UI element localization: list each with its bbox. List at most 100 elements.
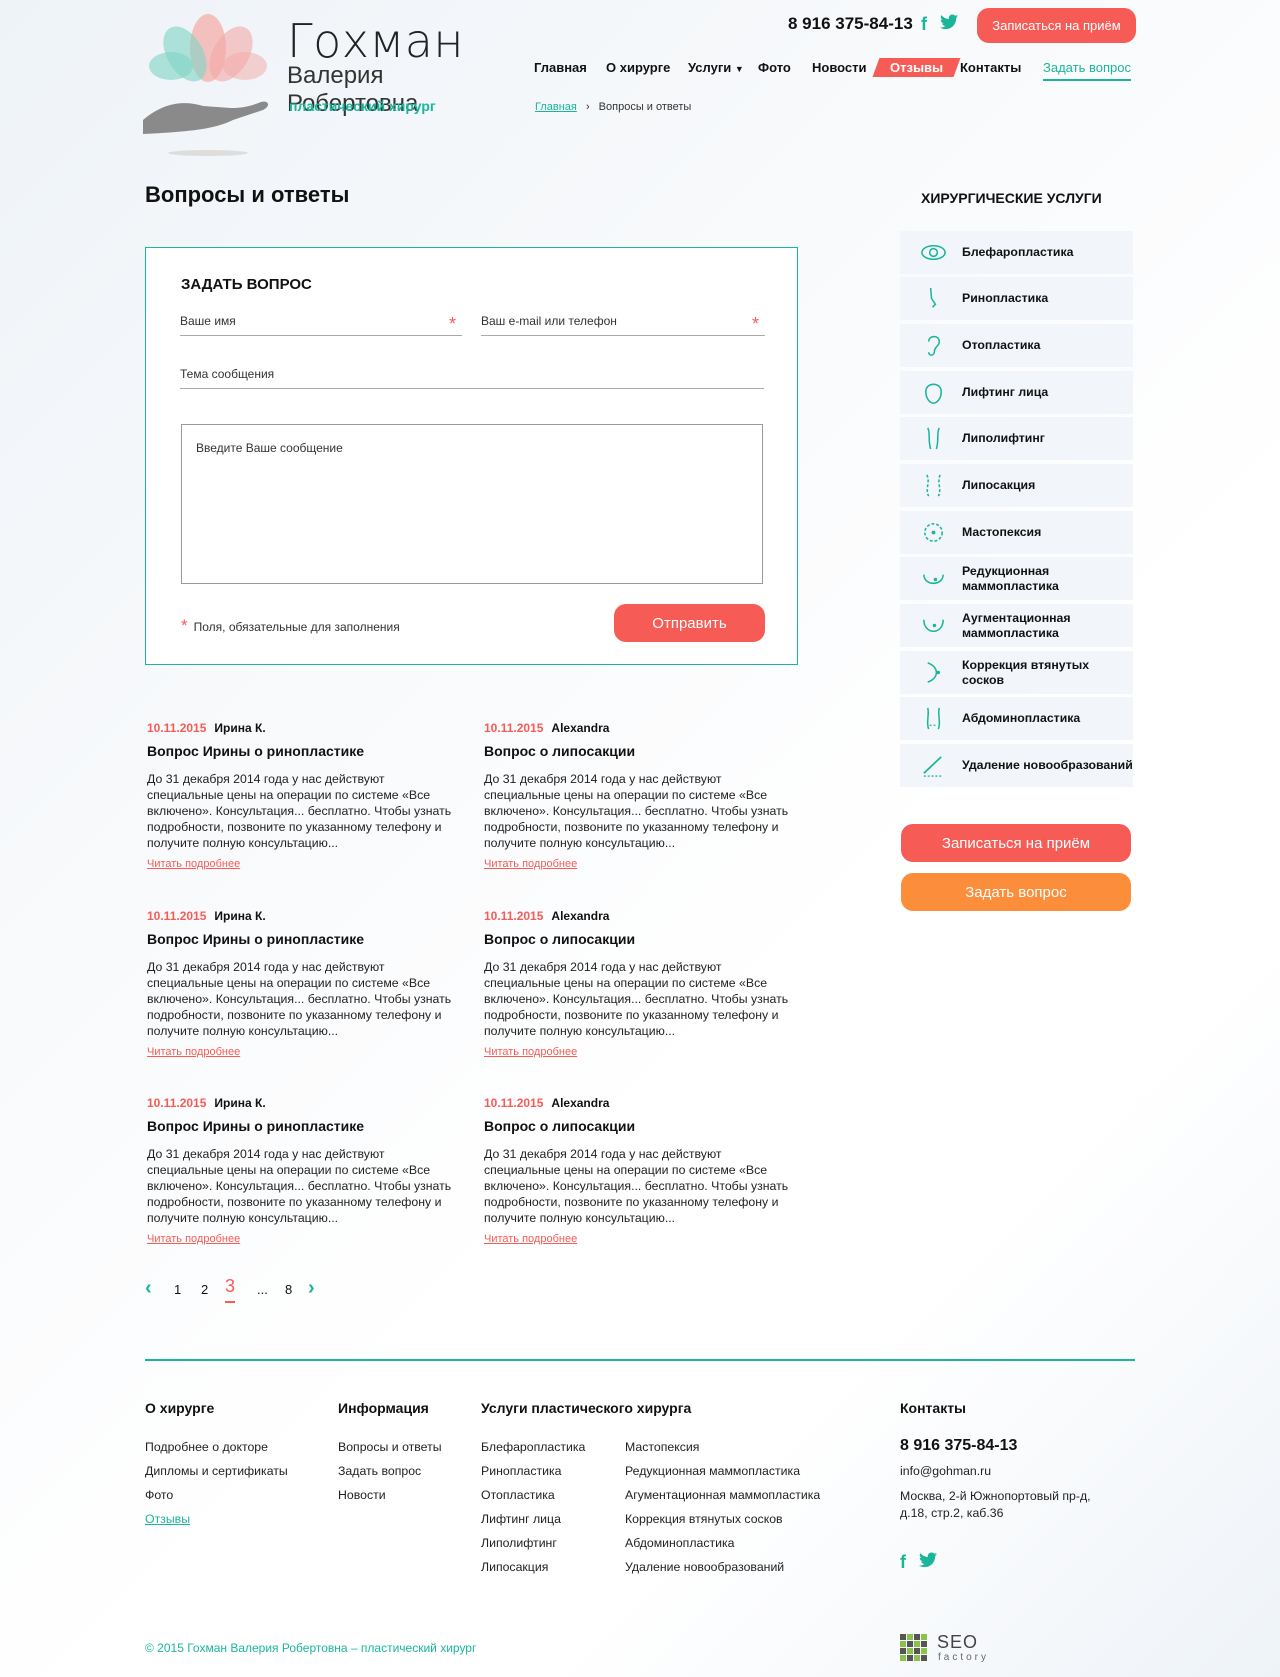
- qa-item: 10.11.2015 Alexandra Вопрос о липосакции …: [484, 909, 794, 1060]
- footer-about-title: О хирурге: [145, 1400, 215, 1416]
- footer-link[interactable]: Абдоминопластика: [625, 1536, 734, 1550]
- nav-about[interactable]: О хирурге: [606, 60, 670, 75]
- read-more-link[interactable]: Читать подробнее: [147, 1233, 240, 1245]
- footer-link[interactable]: Фото: [145, 1488, 173, 1502]
- read-more-link[interactable]: Читать подробнее: [147, 1046, 240, 1058]
- sidebar-item-otoplasty[interactable]: Отопластика: [900, 324, 1133, 367]
- footer-contacts-title: Контакты: [900, 1400, 967, 1416]
- nav-home[interactable]: Главная: [534, 60, 587, 75]
- submit-button[interactable]: Отправить: [614, 604, 765, 642]
- nav-photo[interactable]: Фото: [758, 60, 791, 75]
- read-more-link[interactable]: Читать подробнее: [484, 858, 577, 870]
- seo-factory-logo[interactable]: SEO factory: [900, 1632, 1000, 1664]
- sidebar-item-neoplasm-removal[interactable]: Удаление новообразований: [900, 744, 1133, 787]
- footer-link[interactable]: Удаление новообразований: [625, 1560, 784, 1574]
- sidebar-item-liposuction[interactable]: Липосакция: [900, 464, 1133, 507]
- page-2[interactable]: 2: [201, 1282, 208, 1297]
- sidebar-book-button[interactable]: Записаться на приём: [901, 824, 1131, 862]
- sidebar-item-label: Отопластика: [962, 338, 1041, 352]
- abdomen-icon: [926, 707, 941, 730]
- nav-contacts[interactable]: Контакты: [960, 60, 1021, 75]
- sidebar-item-reduction-mammoplasty[interactable]: Редукционная маммопластика: [900, 557, 1133, 600]
- read-more-link[interactable]: Читать подробнее: [484, 1046, 577, 1058]
- sidebar-item-augmentation-mammoplasty[interactable]: Аугментационная маммопластика: [900, 604, 1133, 647]
- twitter-icon[interactable]: [940, 14, 958, 35]
- sidebar-item-label: Удаление новообразований: [962, 758, 1133, 772]
- qa-excerpt: До 31 декабря 2014 года у нас действуют …: [147, 960, 452, 1038]
- footer-link[interactable]: Дипломы и сертификаты: [145, 1464, 288, 1478]
- face-icon: [925, 383, 942, 404]
- qa-title[interactable]: Вопрос о липосакции: [484, 931, 794, 947]
- sidebar-item-nipple-correction[interactable]: Коррекция втянутых сосков: [900, 651, 1133, 694]
- sidebar-item-mastopexy[interactable]: Мастопексия: [900, 511, 1133, 554]
- qa-title[interactable]: Вопрос Ирины о ринопластике: [147, 743, 457, 759]
- qa-item: 10.11.2015 Ирина К. Вопрос Ирины о ринопл…: [147, 909, 457, 1060]
- twitter-icon[interactable]: [919, 1552, 937, 1573]
- nav-reviews[interactable]: Отзывы: [872, 58, 961, 77]
- footer-link[interactable]: Мастопексия: [625, 1440, 699, 1454]
- footer-link[interactable]: Агументационная маммопластика: [625, 1488, 820, 1502]
- footer-address: Москва, 2-й Южнопортовый пр-д, д.18, стр…: [900, 1489, 1091, 1520]
- nav-ask-question[interactable]: Задать вопрос: [1043, 60, 1131, 81]
- chevron-right-icon[interactable]: ›: [308, 1277, 315, 1300]
- sidebar-item-label: Блефаропластика: [962, 245, 1074, 259]
- footer-link[interactable]: Новости: [338, 1488, 386, 1502]
- sidebar-item-label: Липолифтинг: [962, 431, 1045, 445]
- name-field-placeholder: Ваше имя: [180, 314, 236, 328]
- footer-phone[interactable]: 8 916 375-84-13: [900, 1437, 1017, 1455]
- qa-title[interactable]: Вопрос о липосакции: [484, 1118, 794, 1134]
- qa-item: 10.11.2015 Alexandra Вопрос о липосакции …: [484, 1096, 794, 1247]
- nav-news[interactable]: Новости: [812, 60, 867, 75]
- footer-link-reviews[interactable]: Отзывы: [145, 1512, 190, 1526]
- footer-link[interactable]: Блефаропластика: [481, 1440, 585, 1454]
- chevron-left-icon[interactable]: ‹: [145, 1277, 152, 1300]
- breadcrumb-home[interactable]: Главная: [535, 101, 577, 113]
- qa-author: Ирина К.: [214, 1096, 266, 1110]
- footer-link[interactable]: Липолифтинг: [481, 1536, 557, 1550]
- footer-link[interactable]: Задать вопрос: [338, 1464, 421, 1478]
- footer-link[interactable]: Редукционная маммопластика: [625, 1464, 800, 1478]
- seo-grid-icon: [900, 1634, 927, 1661]
- qa-title[interactable]: Вопрос Ирины о ринопластике: [147, 1118, 457, 1134]
- qa-date: 10.11.2015: [484, 1096, 544, 1110]
- qa-date: 10.11.2015: [147, 909, 207, 923]
- contact-field[interactable]: Ваш e-mail или телефон *: [481, 308, 765, 336]
- footer-email[interactable]: info@gohman.ru: [900, 1464, 991, 1478]
- sidebar-item-rhinoplasty[interactable]: Ринопластика: [900, 277, 1133, 320]
- nav-services-label: Услуги: [688, 60, 732, 75]
- site-logo[interactable]: Гохман Валерия Робертовна пластический х…: [143, 8, 465, 168]
- book-appointment-button[interactable]: Записаться на приём: [977, 8, 1136, 43]
- sidebar-ask-button[interactable]: Задать вопрос: [901, 873, 1131, 911]
- read-more-link[interactable]: Читать подробнее: [147, 858, 240, 870]
- sidebar-item-label: Коррекция втянутых сосков: [962, 657, 1090, 687]
- sidebar-item-blepharoplasty[interactable]: Блефаропластика: [900, 231, 1133, 274]
- read-more-link[interactable]: Читать подробнее: [484, 1233, 577, 1245]
- footer-link[interactable]: Отопластика: [481, 1488, 555, 1502]
- page-8[interactable]: 8: [285, 1282, 292, 1297]
- footer-link[interactable]: Подробнее о докторе: [145, 1440, 268, 1454]
- scalpel-icon: [923, 756, 944, 777]
- header-phone[interactable]: 8 916 375-84-13: [788, 14, 913, 34]
- sidebar-item-abdominoplasty[interactable]: Абдоминопластика: [900, 697, 1133, 740]
- footer-link[interactable]: Липосакция: [481, 1560, 548, 1574]
- qa-excerpt: До 31 декабря 2014 года у нас действуют …: [484, 772, 789, 850]
- nav-services[interactable]: Услуги ▼: [688, 60, 744, 75]
- caret-down-icon: ▼: [734, 64, 744, 74]
- message-textarea[interactable]: Введите Ваше сообщение: [181, 424, 763, 584]
- qa-title[interactable]: Вопрос Ирины о ринопластике: [147, 931, 457, 947]
- footer-link[interactable]: Лифтинг лица: [481, 1512, 561, 1526]
- page-1[interactable]: 1: [174, 1282, 181, 1297]
- sidebar-title: ХИРУРГИЧЕСКИЕ УСЛУГИ: [921, 190, 1102, 206]
- facebook-icon[interactable]: f: [921, 14, 927, 35]
- sidebar-item-face-lifting[interactable]: Лифтинг лица: [900, 371, 1133, 414]
- name-field[interactable]: Ваше имя *: [180, 308, 462, 336]
- qa-excerpt: До 31 декабря 2014 года у нас действуют …: [147, 772, 452, 850]
- subject-field[interactable]: Тема сообщения: [180, 361, 764, 389]
- footer-link[interactable]: Коррекция втянутых сосков: [625, 1512, 783, 1526]
- breadcrumb-current: Вопросы и ответы: [598, 101, 692, 113]
- footer-link[interactable]: Вопросы и ответы: [338, 1440, 442, 1454]
- footer-link[interactable]: Ринопластика: [481, 1464, 562, 1478]
- qa-title[interactable]: Вопрос о липосакции: [484, 743, 794, 759]
- facebook-icon[interactable]: f: [900, 1552, 906, 1573]
- sidebar-item-lipolifting[interactable]: Липолифтинг: [900, 417, 1133, 460]
